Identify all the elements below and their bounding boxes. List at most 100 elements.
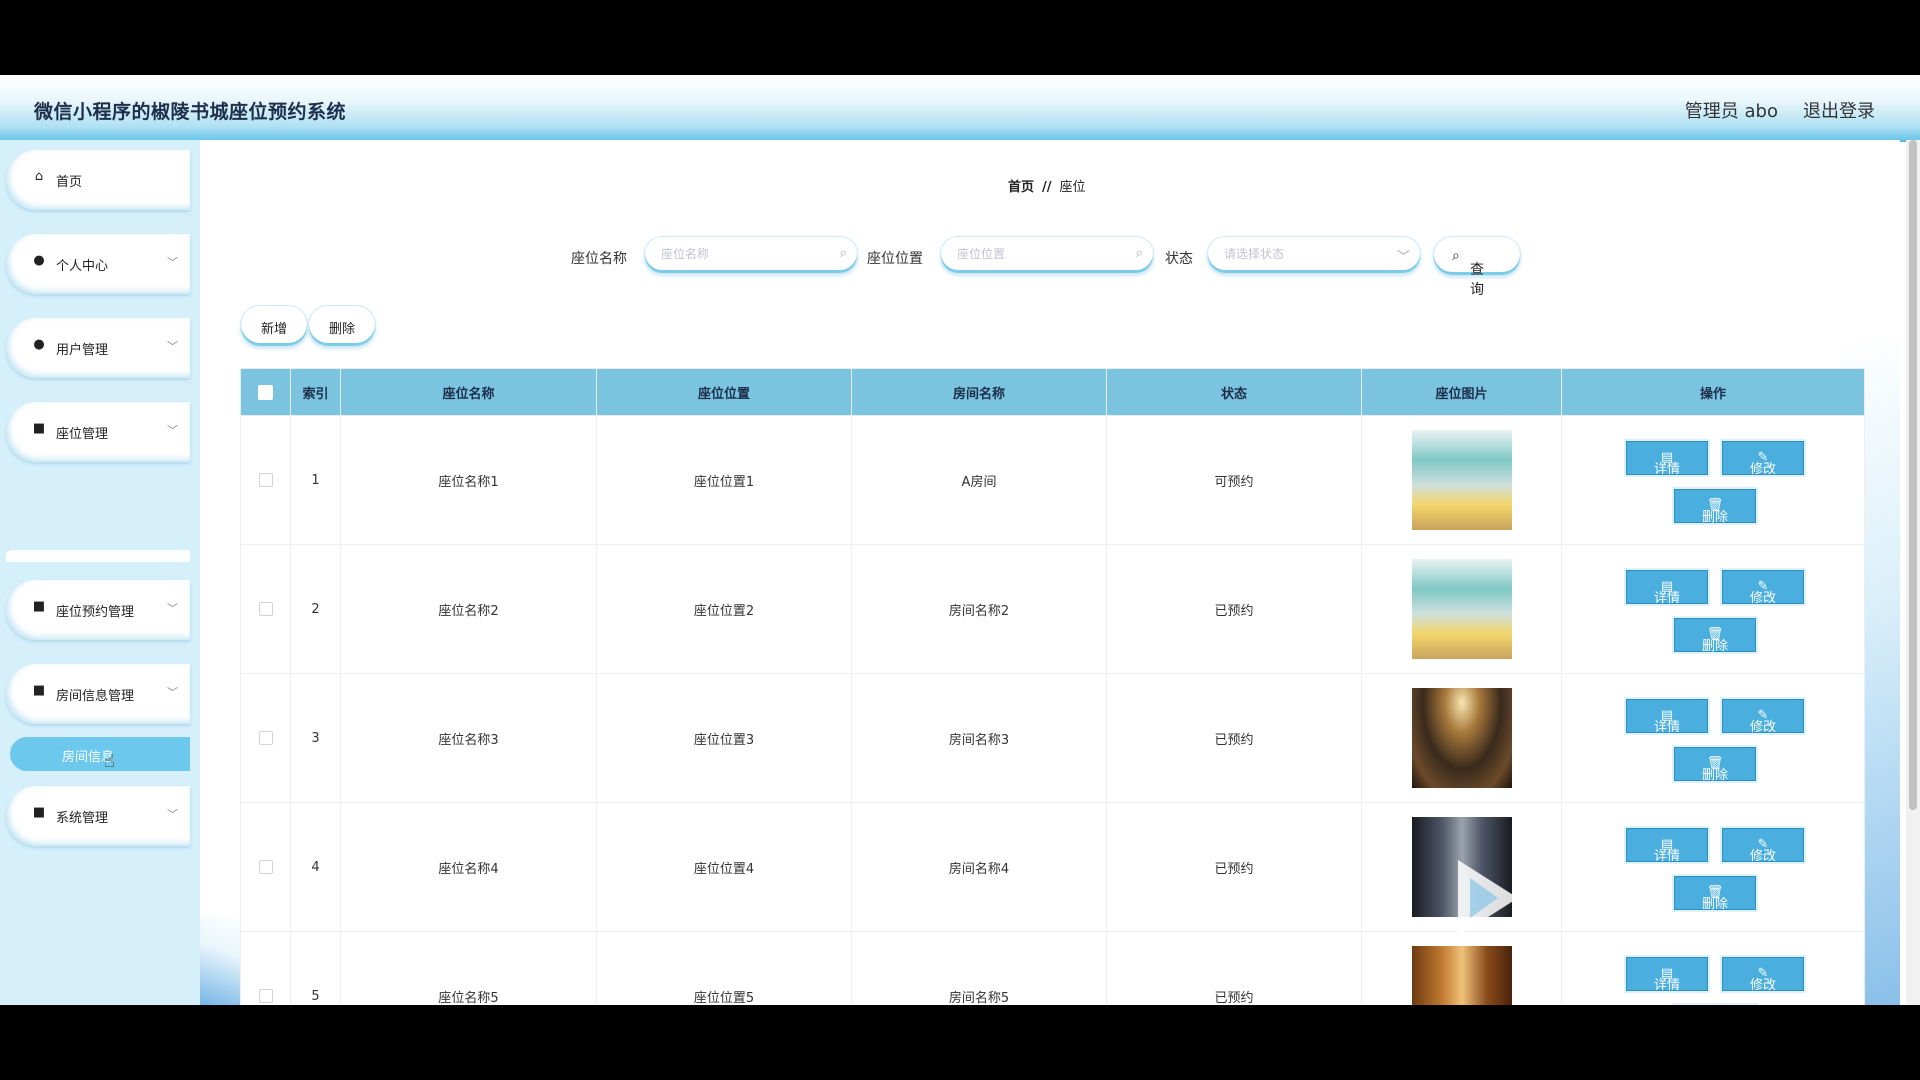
seat-image[interactable] xyxy=(1411,946,1512,1005)
detail-button[interactable]: ▤ 详情 xyxy=(1626,699,1708,735)
seat-image[interactable] xyxy=(1411,688,1512,788)
status-label: 状态 xyxy=(1165,251,1193,267)
seat-location-label: 座位位置 xyxy=(867,251,923,267)
query-button-label: 查询 ⌕ xyxy=(1452,248,1484,298)
table-row: 5 座位名称5 座位位置5 房间名称5 已预约 ▤ 详情 ✎ 修改 🗑 删除 xyxy=(240,931,1865,1005)
column-header: 状态 xyxy=(1106,368,1362,416)
row-checkbox[interactable] xyxy=(258,860,273,874)
row-delete-button-label: 🗑 删除 xyxy=(1701,627,1728,654)
breadcrumb-home[interactable]: 首页 xyxy=(1008,180,1034,195)
edit-button[interactable]: ✎ 修改 xyxy=(1722,570,1804,606)
search-icon: ⌕ xyxy=(1135,246,1143,261)
seat-name-cell: 座位名称2 xyxy=(340,544,597,674)
room-name-cell: 房间名称3 xyxy=(851,673,1107,803)
detail-button[interactable]: ▤ 详情 xyxy=(1626,570,1708,606)
grid-icon: ■ xyxy=(32,805,46,820)
row-checkbox[interactable] xyxy=(258,473,273,487)
edit-button[interactable]: ✎ 修改 xyxy=(1722,441,1804,477)
seat-image[interactable] xyxy=(1411,559,1512,659)
sidebar: ⌂ 首页 ● 个人中心 ﹀ ● 用户管理 ﹀ ■ 座位管理 ﹀ ■ 座位预约管理… xyxy=(0,140,200,1005)
seat-location-cell: 座位位置5 xyxy=(596,931,852,1005)
seat-location-input[interactable] xyxy=(955,246,1119,262)
edit-button[interactable]: ✎ 修改 xyxy=(1722,699,1804,735)
row-delete-button[interactable]: 🗑 删除 xyxy=(1674,747,1756,783)
sidebar-item-system-management[interactable]: ■ 系统管理 ﹀ xyxy=(6,786,190,846)
logout-link[interactable]: 退出登录 xyxy=(1803,97,1875,123)
seat-location-cell: 座位位置1 xyxy=(596,415,852,545)
detail-button[interactable]: ▤ 详情 xyxy=(1626,441,1708,477)
edit-button[interactable]: ✎ 修改 xyxy=(1722,957,1804,993)
edit-button-label: ✎ 修改 xyxy=(1749,708,1776,735)
decorative-wave xyxy=(200,915,240,1005)
seat-name-input[interactable] xyxy=(659,246,823,262)
edit-button-label: ✎ 修改 xyxy=(1749,966,1776,993)
delete-button-label: 删除 xyxy=(328,322,355,337)
chevron-down-icon: ﹀ xyxy=(167,340,178,353)
sidebar-item-seat-management[interactable]: ■ 座位管理 ﹀ xyxy=(6,402,190,462)
query-button[interactable]: 查询 ⌕ xyxy=(1433,236,1521,298)
pin-icon: ● xyxy=(33,337,45,352)
row-delete-button[interactable]: 🗑 删除 xyxy=(1674,876,1756,912)
chevron-down-icon: ﹀ xyxy=(167,686,178,699)
status-select[interactable]: ﹀ xyxy=(1207,236,1421,274)
room-name-cell: 房间名称5 xyxy=(851,931,1107,1005)
index-cell: 3 xyxy=(290,673,341,803)
detail-button[interactable]: ▤ 详情 xyxy=(1626,957,1708,993)
home-icon: ⌂ xyxy=(34,169,44,184)
index-cell: 4 xyxy=(290,802,341,932)
sidebar-item-user-management[interactable]: ● 用户管理 ﹀ xyxy=(6,318,190,378)
seat-image[interactable] xyxy=(1411,817,1512,917)
row-delete-button[interactable]: 🗑 删除 xyxy=(1674,489,1756,525)
edit-button-label: ✎ 修改 xyxy=(1749,837,1776,864)
search-icon: ⌕ xyxy=(839,246,847,261)
seat-location-cell: 座位位置2 xyxy=(596,544,852,674)
index-cell: 2 xyxy=(290,544,341,674)
row-actions: ▤ 详情 ✎ 修改 🗑 删除 xyxy=(1613,554,1813,664)
table-row: 4 座位名称4 座位位置4 房间名称4 已预约 ▤ 详情 ✎ 修改 🗑 删除 xyxy=(240,802,1865,932)
sidebar-item-label: 座位预约管理 xyxy=(56,605,135,620)
chevron-down-icon: ﹀ xyxy=(167,602,178,615)
status-select-input[interactable] xyxy=(1222,246,1386,262)
mouse-cursor-icon: ☝ xyxy=(104,751,115,772)
sidebar-item-label: 用户管理 xyxy=(56,343,109,358)
column-header: 房间名称 xyxy=(851,368,1107,416)
seat-name-field[interactable]: ⌕ xyxy=(644,236,858,274)
row-delete-button[interactable]: 🗑 删除 xyxy=(1674,618,1756,654)
row-actions: ▤ 详情 ✎ 修改 🗑 删除 xyxy=(1613,941,1813,1005)
vertical-scrollbar[interactable] xyxy=(1906,140,1920,1005)
edit-button[interactable]: ✎ 修改 xyxy=(1722,828,1804,864)
column-header: 索引 xyxy=(290,368,341,416)
status-cell: 已预约 xyxy=(1106,931,1362,1005)
table-row: 1 座位名称1 座位位置1 A房间 可预约 ▤ 详情 ✎ 修改 🗑 删除 xyxy=(240,415,1865,545)
room-name-cell: 房间名称2 xyxy=(851,544,1107,674)
sidebar-divider xyxy=(6,550,190,562)
row-delete-button-label: 🗑 删除 xyxy=(1701,756,1728,783)
chevron-down-icon: ﹀ xyxy=(167,808,178,821)
status-cell: 已预约 xyxy=(1106,673,1362,803)
sidebar-item-room-management[interactable]: ■ 房间信息管理 ﹀ xyxy=(6,664,190,724)
sidebar-item-label: 房间信息管理 xyxy=(56,689,135,704)
seat-name-cell: 座位名称1 xyxy=(340,415,597,545)
status-cell: 已预约 xyxy=(1106,544,1362,674)
seat-name-cell: 座位名称3 xyxy=(340,673,597,803)
row-checkbox[interactable] xyxy=(258,731,273,745)
row-checkbox[interactable] xyxy=(258,602,273,616)
room-name-cell: 房间名称4 xyxy=(851,802,1107,932)
chevron-down-icon: ﹀ xyxy=(1396,250,1410,265)
scrollbar-thumb[interactable] xyxy=(1909,140,1917,810)
select-all-checkbox[interactable] xyxy=(258,384,273,400)
edit-button-label: ✎ 修改 xyxy=(1749,579,1776,606)
detail-button[interactable]: ▤ 详情 xyxy=(1626,828,1708,864)
select-all-cell[interactable] xyxy=(240,368,291,416)
delete-button[interactable]: 删除 xyxy=(308,305,376,347)
grid-icon: ■ xyxy=(32,683,46,698)
sidebar-subitem-room-info[interactable]: 房间信息 xyxy=(10,737,190,771)
row-checkbox[interactable] xyxy=(258,989,273,1003)
seat-image[interactable] xyxy=(1411,430,1512,530)
sidebar-item-seat-reservation[interactable]: ■ 座位预约管理 ﹀ xyxy=(6,580,190,640)
sidebar-item-home[interactable]: ⌂ 首页 xyxy=(6,150,190,210)
add-button[interactable]: 新增 xyxy=(240,305,308,347)
sidebar-item-personal-center[interactable]: ● 个人中心 ﹀ xyxy=(6,234,190,294)
app-window: 微信小程序的椒陵书城座位预约系统 管理员 abo 退出登录 ⌂ 首页 ● 个人中… xyxy=(0,75,1920,1005)
seat-location-field[interactable]: ⌕ xyxy=(940,236,1154,274)
